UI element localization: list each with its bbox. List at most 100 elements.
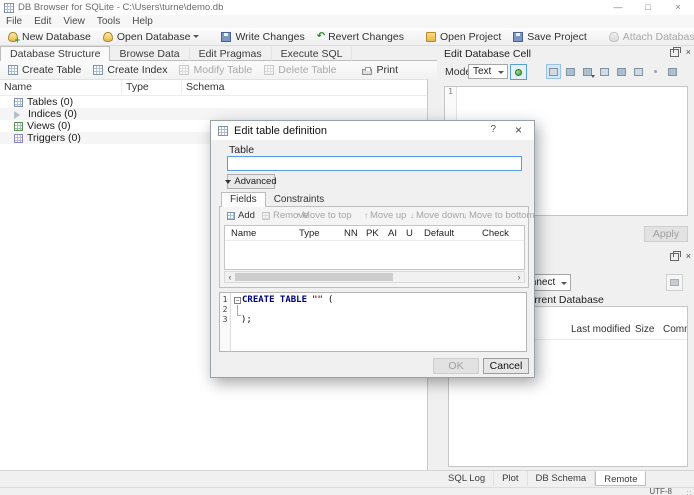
dialog-title: Edit table definition — [234, 124, 327, 137]
tab-database-structure[interactable]: Database Structure — [0, 46, 111, 62]
move-to-bottom-label: Move to bottom — [469, 210, 535, 221]
remote-column-last-modified[interactable]: Last modified — [571, 324, 630, 335]
open-project-button[interactable]: Open Project — [420, 30, 507, 44]
write-changes-button[interactable]: Write Changes — [215, 30, 310, 44]
text-mode-button[interactable] — [546, 64, 561, 79]
tab-remote[interactable]: Remote — [595, 471, 647, 486]
fields-column-default[interactable]: Default — [424, 228, 454, 239]
tab-edit-pragmas[interactable]: Edit Pragmas — [190, 47, 272, 61]
tree-column-schema[interactable]: Schema — [186, 81, 225, 93]
dialog-close-button[interactable]: × — [515, 123, 522, 137]
move-to-bottom-icon: ↓ — [463, 211, 467, 220]
tables-icon — [14, 97, 23, 107]
fields-column-nn[interactable]: NN — [344, 228, 358, 239]
scrollbar-thumb[interactable] — [235, 273, 393, 281]
fields-column-u[interactable]: U — [406, 228, 413, 239]
scroll-left-icon[interactable]: ‹ — [225, 272, 235, 282]
create-index-button[interactable]: Create Index — [87, 63, 173, 77]
tab-db-schema[interactable]: DB Schema — [528, 471, 596, 486]
new-database-icon: + — [8, 31, 20, 44]
tree-column-type[interactable]: Type — [126, 81, 149, 93]
dialog-title-bar[interactable]: Edit table definition ? × — [211, 121, 534, 140]
open-database-button[interactable]: Open Database — [97, 30, 206, 44]
menu-help[interactable]: Help — [126, 16, 159, 27]
remote-column-size[interactable]: Size — [635, 324, 654, 335]
menu-view[interactable]: View — [57, 16, 91, 27]
main-tab-bar: Database Structure Browse Data Edit Pragma… — [0, 46, 437, 62]
word-wrap-icon — [566, 67, 575, 76]
dialog-help-button[interactable]: ? — [490, 124, 496, 135]
remote-column-commit[interactable]: Commit — [663, 324, 687, 335]
fields-table[interactable]: Name Type NN PK AI U Default Check — [224, 225, 525, 270]
move-up-icon: ↑ — [364, 211, 368, 220]
fields-horizontal-scrollbar[interactable]: ‹ › — [224, 271, 525, 283]
open-database-dropdown-icon[interactable] — [193, 35, 200, 38]
tree-header: Name Type Schema — [0, 80, 427, 96]
tree-column-name[interactable]: Name — [4, 81, 32, 93]
fold-marker-icon[interactable]: − — [234, 297, 241, 304]
revert-changes-button[interactable]: ↶ Revert Changes — [311, 30, 410, 44]
print-button[interactable]: Print — [356, 63, 404, 77]
minimize-button[interactable]: — — [604, 0, 632, 15]
create-index-icon — [93, 65, 104, 75]
tab-browse-data[interactable]: Browse Data — [110, 47, 190, 61]
line-number: 1 — [222, 295, 228, 304]
apply-button: Apply — [644, 226, 688, 242]
table-name-input[interactable] — [227, 156, 522, 171]
float-panel-icon[interactable] — [669, 250, 681, 261]
line-number: 3 — [222, 315, 228, 324]
triggers-icon — [14, 133, 23, 143]
import-dropdown-icon — [591, 75, 595, 78]
tab-sql-log[interactable]: SQL Log — [440, 471, 495, 486]
add-field-button[interactable]: Add — [227, 210, 255, 221]
sql-preview[interactable]: 1 2 3 − CREATE TABLE "" ( ); — [219, 292, 527, 352]
word-wrap-button[interactable] — [563, 64, 578, 79]
tab-plot[interactable]: Plot — [494, 471, 528, 486]
tab-fields[interactable]: Fields — [221, 192, 266, 207]
delete-table-label: Delete Table — [278, 64, 337, 76]
fields-column-type[interactable]: Type — [299, 228, 320, 239]
new-database-button[interactable]: + New Database — [2, 30, 97, 44]
remote-refresh-icon — [670, 279, 679, 286]
create-table-button[interactable]: Create Table — [2, 63, 87, 77]
scroll-right-icon[interactable]: › — [514, 272, 524, 282]
close-panel-icon[interactable]: × — [686, 48, 691, 57]
move-down-icon: ↓ — [410, 211, 414, 220]
fields-column-check[interactable]: Check — [482, 228, 509, 239]
tree-item-tables[interactable]: Tables (0) — [0, 96, 427, 108]
modify-table-label: Modify Table — [193, 64, 253, 76]
float-panel-icon[interactable] — [669, 46, 681, 57]
menu-tools[interactable]: Tools — [91, 16, 126, 27]
resize-grip-icon[interactable] — [686, 490, 692, 495]
tab-execute-sql[interactable]: Execute SQL — [272, 47, 353, 61]
close-button[interactable]: × — [664, 0, 692, 15]
cancel-button[interactable]: Cancel — [483, 358, 529, 374]
set-null-button[interactable] — [614, 64, 629, 79]
tab-constraints[interactable]: Constraints — [266, 193, 333, 207]
close-panel-icon[interactable]: × — [686, 252, 691, 261]
fields-column-name[interactable]: Name — [231, 228, 256, 239]
set-null-icon — [617, 67, 626, 76]
create-index-label: Create Index — [107, 64, 168, 76]
tree-item-indices[interactable]: Indices (0) — [0, 108, 427, 120]
auto-apply-toggle[interactable] — [510, 64, 527, 80]
maximize-button[interactable]: □ — [634, 0, 662, 15]
auto-apply-icon — [515, 69, 522, 76]
attach-database-icon — [608, 31, 619, 42]
menu-edit[interactable]: Edit — [28, 16, 57, 27]
remote-refresh-button[interactable] — [666, 274, 683, 291]
mode-select[interactable]: Text — [468, 64, 508, 79]
line-number: 2 — [222, 305, 228, 314]
menu-file[interactable]: File — [0, 16, 28, 27]
attach-database-button: Attach Database — [603, 30, 694, 44]
advanced-button[interactable]: Advanced — [225, 174, 277, 189]
fields-column-pk[interactable]: PK — [366, 228, 379, 239]
import-file-button[interactable] — [580, 64, 595, 79]
add-field-label: Add — [238, 210, 255, 221]
print-cell-button[interactable] — [665, 64, 680, 79]
delete-table-icon — [264, 65, 275, 75]
open-in-app-button[interactable] — [631, 64, 646, 79]
save-project-button[interactable]: Save Project — [507, 30, 593, 44]
fields-column-ai[interactable]: AI — [388, 228, 397, 239]
export-file-button[interactable] — [597, 64, 612, 79]
